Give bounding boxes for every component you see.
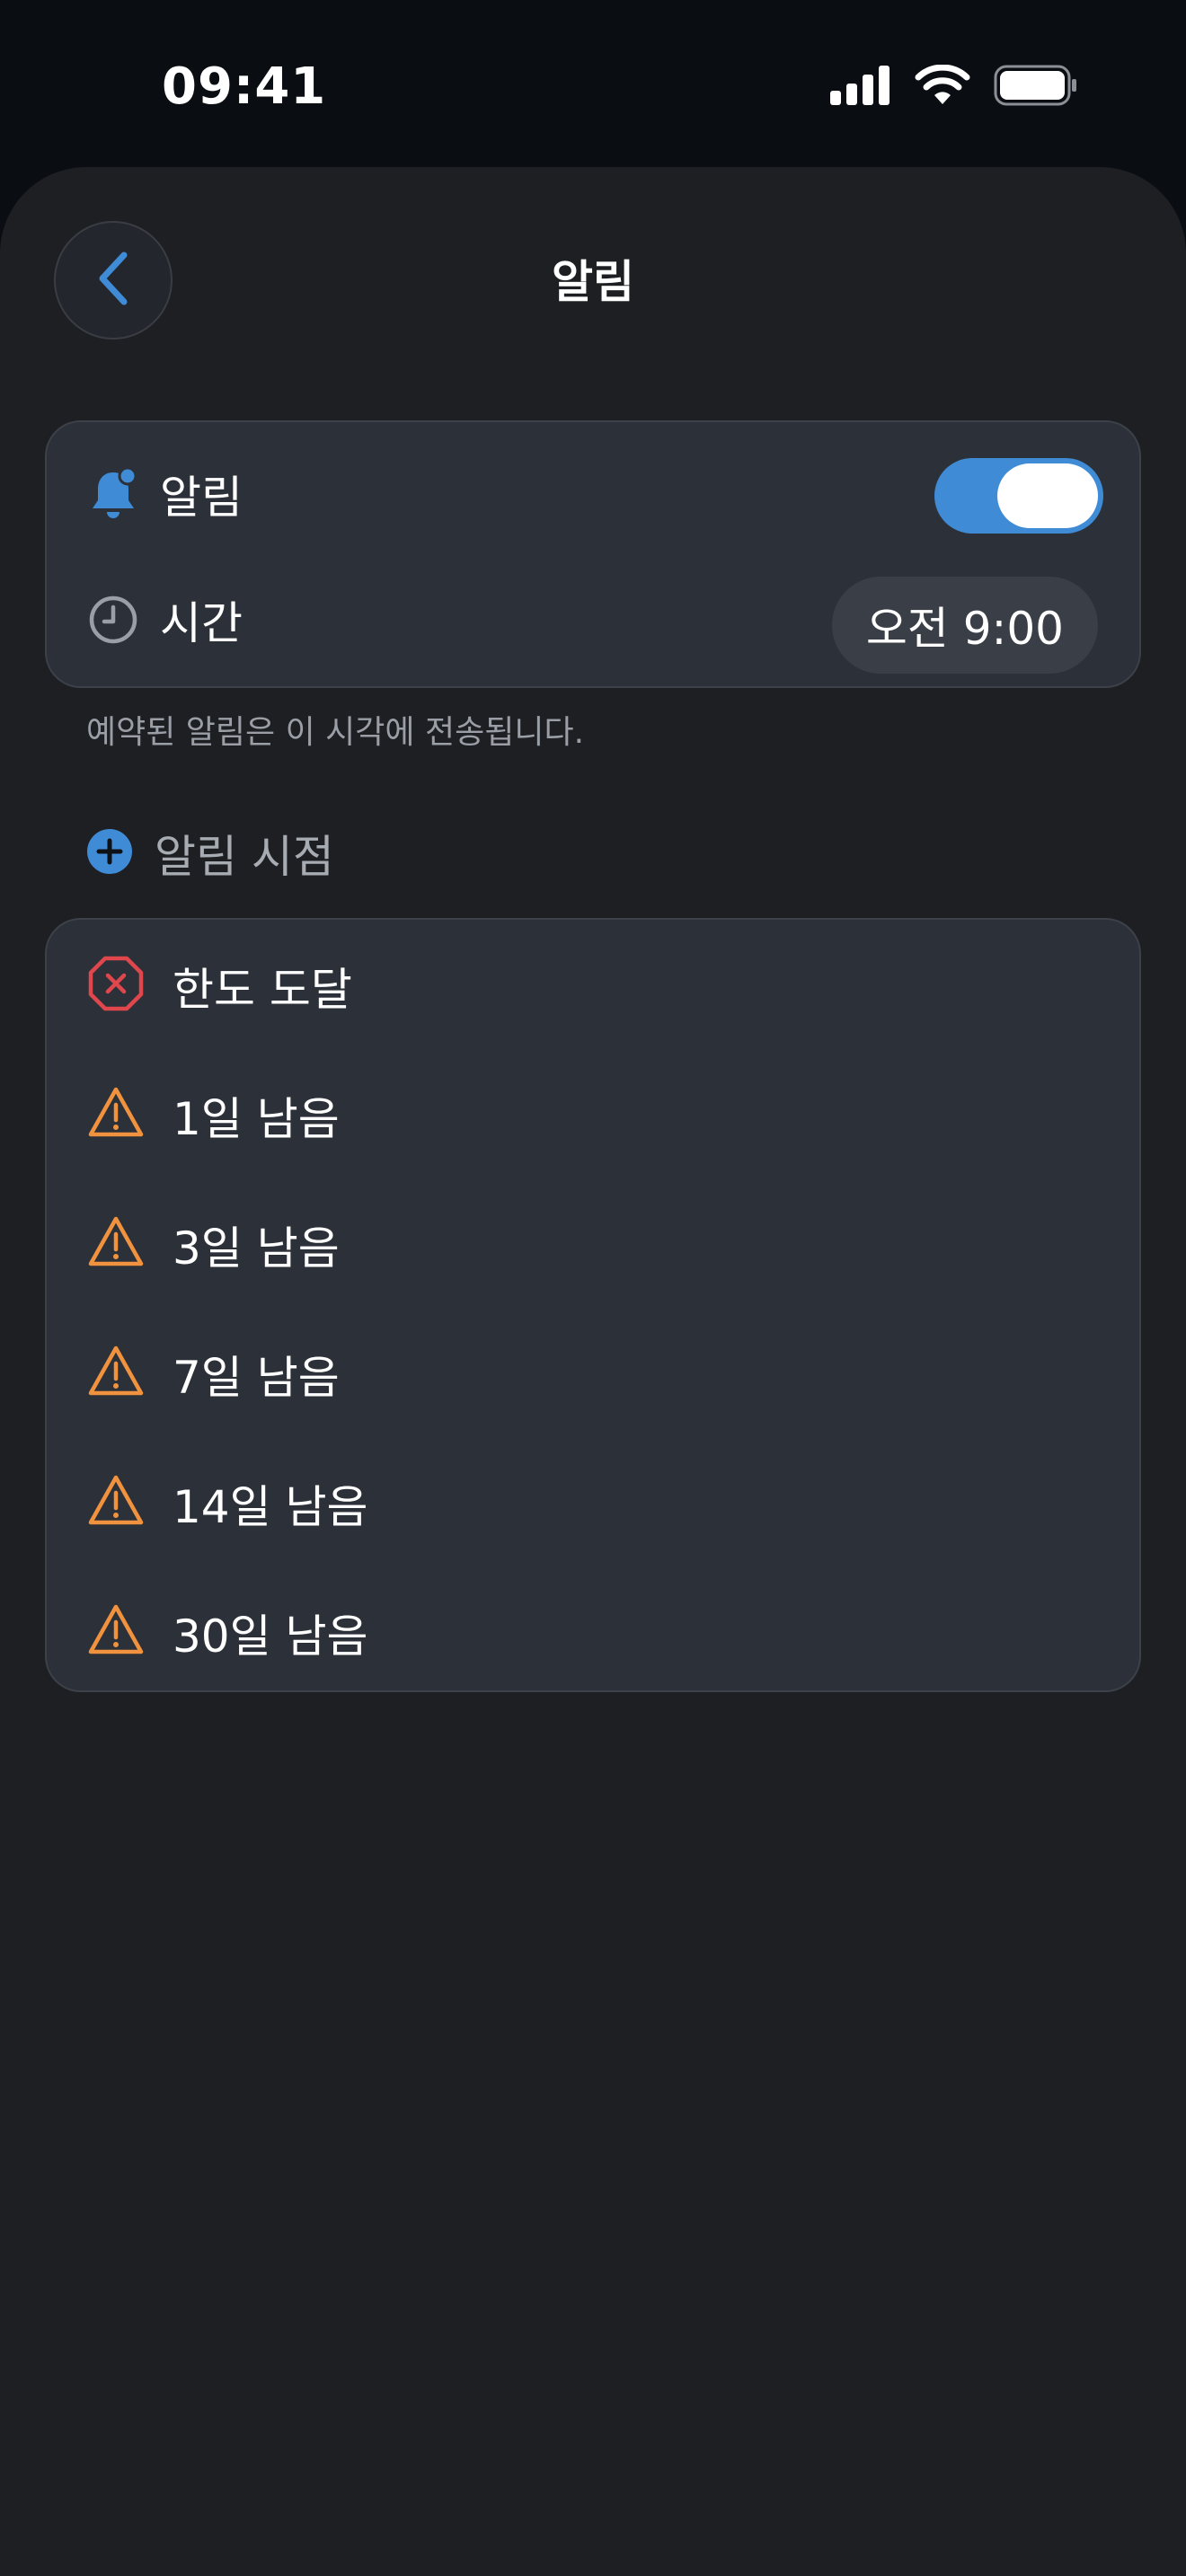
warning-triangle-icon — [88, 1602, 144, 1658]
list-item-label: 1일 남음 — [173, 1093, 340, 1145]
schedule-footnote: 예약된 알림은 이 시각에 전송됩니다. — [86, 714, 585, 751]
section-label: 알림 시점 — [155, 831, 334, 883]
status-bar: 09:41 — [0, 0, 1186, 167]
list-item-label: 30일 남음 — [173, 1610, 368, 1663]
warning-triangle-icon — [88, 1473, 144, 1529]
warning-triangle-icon — [88, 1085, 144, 1141]
status-icons — [830, 64, 1078, 110]
alarm-settings-card: 알림 시간 오전 9:00 — [45, 420, 1141, 688]
battery-icon — [994, 65, 1078, 110]
cellular-signal-icon — [830, 66, 891, 109]
warning-triangle-icon — [88, 1344, 144, 1399]
list-item-limit-reached[interactable]: 한도 도달 — [47, 920, 1139, 1049]
list-item-30-days[interactable]: 30일 남음 — [47, 1566, 1139, 1696]
list-item-1-day[interactable]: 1일 남음 — [47, 1049, 1139, 1178]
plus-circle-icon — [86, 828, 133, 878]
bell-icon — [88, 467, 138, 519]
time-row: 시간 오전 9:00 — [47, 557, 1139, 683]
list-item-label: 한도 도달 — [173, 964, 352, 1016]
wifi-icon — [915, 64, 970, 110]
alarm-toggle[interactable] — [934, 458, 1103, 534]
notification-points-card: 한도 도달 1일 남음 3일 남음 7일 남음 14일 남음 30일 남음 — [45, 918, 1141, 1692]
warning-triangle-icon — [88, 1214, 144, 1270]
x-octagon-icon — [88, 956, 144, 1011]
toggle-knob — [997, 463, 1098, 528]
page-title: 알림 — [552, 256, 634, 308]
status-time: 09:41 — [162, 57, 327, 116]
list-item-7-days[interactable]: 7일 남음 — [47, 1308, 1139, 1437]
list-item-3-days[interactable]: 3일 남음 — [47, 1178, 1139, 1308]
alarm-toggle-row: 알림 — [47, 431, 1139, 557]
time-label: 시간 — [160, 597, 243, 649]
list-item-label: 14일 남음 — [173, 1481, 368, 1533]
list-item-label: 7일 남음 — [173, 1352, 340, 1404]
clock-icon — [88, 595, 138, 645]
list-item-14-days[interactable]: 14일 남음 — [47, 1437, 1139, 1566]
alarm-label: 알림 — [160, 472, 243, 524]
settings-sheet: 알림 알림 시간 오전 9:00 예약된 알림은 이 시각에 전송됩니다. 알림… — [0, 167, 1186, 2576]
add-notification-point-button[interactable]: 알림 시점 — [86, 821, 334, 886]
time-picker-button[interactable]: 오전 9:00 — [831, 577, 1098, 674]
list-item-label: 3일 남음 — [173, 1222, 340, 1275]
